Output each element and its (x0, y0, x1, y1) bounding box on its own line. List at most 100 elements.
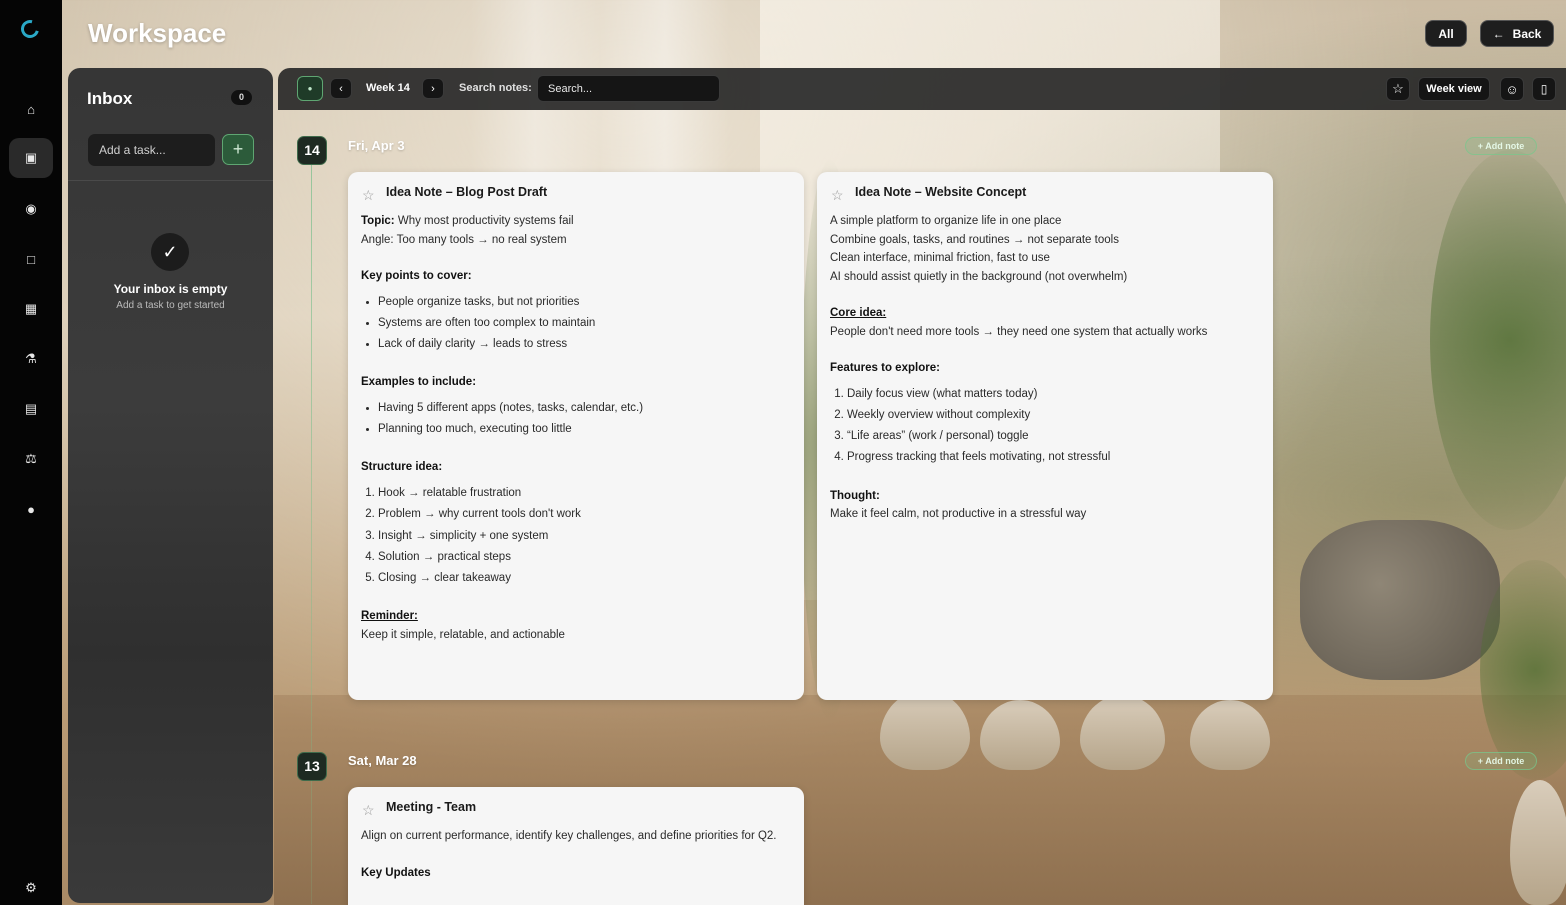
today-dot-button[interactable]: ● (297, 76, 323, 101)
list-item: Insight → simplicity + one system (378, 526, 792, 547)
background-vase (1080, 695, 1165, 770)
gear-icon[interactable]: ⚙ (9, 868, 53, 905)
add-task-button[interactable]: + (222, 134, 254, 165)
list-item: “Life areas” (work / personal) toggle (847, 426, 1261, 447)
note-title: Idea Note – Blog Post Draft (386, 185, 548, 199)
back-label: Back (1512, 26, 1542, 41)
intro-line: Combine goals, tasks, and routines → not… (830, 233, 1119, 246)
list-item: Problem → why current tools don't work (378, 504, 792, 525)
scale-icon[interactable]: ⚖ (9, 439, 53, 479)
list-item: Daily focus view (what matters today) (847, 384, 1261, 405)
add-note-button[interactable]: + Add note (1465, 137, 1537, 155)
home-icon[interactable]: ⌂ (9, 89, 53, 129)
filter-all-label: All (1438, 26, 1454, 41)
core-text: People don't need more tools → they need… (830, 325, 1208, 338)
day-date-label: Fri, Apr 3 (348, 138, 405, 153)
star-icon[interactable]: ☆ (1386, 77, 1410, 101)
list-item: Planning too much, executing too little (378, 419, 792, 440)
note-card[interactable]: ☆ Idea Note – Blog Post Draft Topic: Why… (348, 172, 804, 700)
section-heading: Key points to cover: (361, 270, 472, 282)
week-label: Week 14 (366, 82, 410, 94)
note-card[interactable]: ☆ Idea Note – Website Concept A simple p… (817, 172, 1273, 700)
chevron-right-icon[interactable]: › (422, 78, 444, 99)
inbox-tray-icon[interactable]: ▣ (9, 138, 53, 178)
add-task-input[interactable]: Add a task... (88, 134, 215, 166)
inbox-empty-title: Your inbox is empty (113, 282, 228, 296)
topic-label: Topic: (361, 215, 395, 227)
background-rock-fountain (1300, 520, 1500, 680)
list-item: Having 5 different apps (notes, tasks, c… (378, 398, 792, 419)
background-plant (1480, 560, 1566, 780)
back-button[interactable]: ← Back (1480, 20, 1554, 47)
star-icon[interactable]: ☆ (831, 187, 844, 204)
list-item: Weekly overview without complexity (847, 405, 1261, 426)
chat-bubble-icon[interactable]: ● (9, 489, 53, 529)
note-body: Align on current performance, identify k… (361, 827, 792, 882)
background-plant (1430, 150, 1566, 530)
page-title: Workspace (88, 18, 227, 48)
notes-toolbar: ● ‹ Week 14 › Search notes: Search... ☆ … (278, 68, 1566, 110)
section-heading: Examples to include: (361, 376, 477, 389)
angle-text: Angle: Too many tools → no real system (361, 233, 567, 246)
note-title: Meeting - Team (386, 800, 477, 814)
list-item: Lack of daily clarity → leads to stress (378, 334, 792, 355)
add-note-button[interactable]: + Add note (1465, 752, 1537, 770)
topic-text: Why most productivity systems fail (397, 215, 574, 227)
notes-page-icon[interactable]: ▤ (9, 389, 53, 429)
list-item: Hook → relatable frustration (378, 483, 792, 504)
section-heading: Core idea: (830, 307, 887, 319)
intro-line: Clean interface, minimal friction, fast … (830, 252, 1050, 264)
day-number-badge: 13 (297, 752, 327, 781)
inbox-panel: Inbox 0 Add a task... + ✓ Your inbox is … (68, 68, 273, 903)
list-item: Solution → practical steps (378, 547, 792, 568)
day-date-label: Sat, Mar 28 (348, 753, 417, 768)
smiley-icon[interactable]: ☺ (1500, 77, 1524, 101)
calendar-icon[interactable]: ▦ (9, 289, 53, 329)
square-icon[interactable]: □ (9, 239, 53, 279)
inbox-title: Inbox (87, 89, 133, 108)
filter-all-button[interactable]: All (1425, 20, 1467, 47)
search-input[interactable]: Search... (537, 75, 720, 102)
timeline-line (311, 164, 312, 904)
reminder-text: Keep it simple, relatable, and actionabl… (361, 628, 565, 641)
note-title: Idea Note – Website Concept (855, 185, 1027, 199)
list-item: People organize tasks, but not prioritie… (378, 292, 792, 313)
section-heading: Features to explore: (830, 362, 940, 374)
note-body: A simple platform to organize life in on… (830, 212, 1261, 524)
bullet-list: Having 5 different apps (notes, tasks, c… (361, 398, 792, 441)
week-view-button[interactable]: Week view (1418, 77, 1490, 101)
app-logo-icon[interactable] (17, 16, 43, 42)
meeting-text: Align on current performance, identify k… (361, 830, 777, 842)
background-vase (1190, 700, 1270, 770)
note-body: Topic: Why most productivity systems fai… (361, 212, 792, 644)
inbox-empty-subtitle: Add a task to get started (116, 300, 225, 311)
target-icon[interactable]: ◉ (9, 189, 53, 229)
flask-icon[interactable]: ⚗ (9, 339, 53, 379)
note-card[interactable]: ☆ Meeting - Team Align on current perfor… (348, 787, 804, 905)
numbered-list: Hook → relatable frustration Problem → w… (361, 483, 792, 589)
intro-line: A simple platform to organize life in on… (830, 215, 1062, 227)
checkmark-icon: ✓ (151, 233, 189, 271)
inbox-divider (68, 180, 273, 181)
list-item: Closing → clear takeaway (378, 568, 792, 589)
section-heading: Structure idea: (361, 461, 443, 474)
background-vase (980, 700, 1060, 770)
section-heading: Reminder: (361, 610, 418, 623)
background-vase (880, 690, 970, 770)
numbered-list: Daily focus view (what matters today) We… (830, 384, 1261, 469)
list-item: Progress tracking that feels motivating,… (847, 447, 1261, 468)
icon-rail: ⌂ ▣ ◉ □ ▦ ⚗ ▤ ⚖ ● ⚙ (0, 0, 62, 905)
day-number-badge: 14 (297, 136, 327, 165)
background-vase (1510, 780, 1566, 905)
bullet-list: People organize tasks, but not prioritie… (361, 292, 792, 356)
section-heading: Thought: (830, 489, 880, 502)
section-heading: Key Updates (361, 866, 431, 879)
search-notes-label: Search notes: (459, 82, 532, 94)
inbox-count-badge: 0 (231, 90, 252, 105)
chevron-left-icon[interactable]: ‹ (330, 78, 352, 99)
star-icon[interactable]: ☆ (362, 802, 375, 819)
star-icon[interactable]: ☆ (362, 187, 375, 204)
document-icon[interactable]: ▯ (1532, 77, 1556, 101)
list-item: Systems are often too complex to maintai… (378, 313, 792, 334)
arrow-left-icon: ← (1492, 26, 1505, 41)
